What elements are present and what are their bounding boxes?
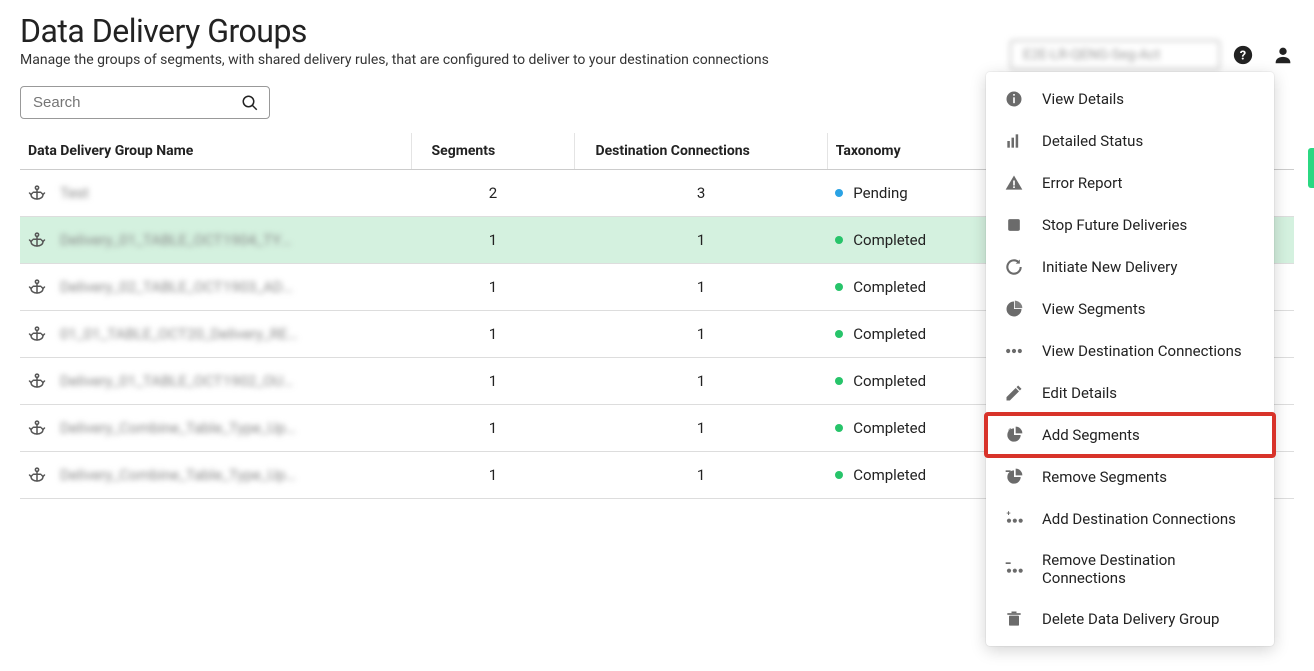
anchor-icon: [28, 419, 46, 437]
menu-item-label: Edit Details: [1042, 384, 1117, 402]
menu-item-label: Error Report: [1042, 174, 1122, 192]
menu-item-delete-data-delivery-group[interactable]: Delete Data Delivery Group: [986, 598, 1274, 640]
pie-icon: [1004, 299, 1024, 319]
group-name: Test: [60, 184, 89, 202]
segments-count: 1: [411, 311, 575, 358]
account-selector-value: E2E-LR-QENG-Seg-Act: [1023, 47, 1160, 63]
menu-item-label: Add Segments: [1042, 426, 1140, 444]
menu-item-error-report[interactable]: Error Report: [986, 162, 1274, 204]
menu-item-detailed-status[interactable]: Detailed Status: [986, 120, 1274, 162]
linkplus-icon: +: [1004, 509, 1024, 529]
taxonomy-status: Completed: [835, 231, 1008, 249]
menu-item-initiate-new-delivery[interactable]: Initiate New Delivery: [986, 246, 1274, 288]
col-header-name[interactable]: Data Delivery Group Name: [20, 133, 411, 170]
destinations-count: 1: [575, 311, 827, 358]
menu-item-stop-future-deliveries[interactable]: Stop Future Deliveries: [986, 204, 1274, 246]
menu-item-label: Delete Data Delivery Group: [1042, 610, 1219, 628]
menu-item-label: Remove Segments: [1042, 468, 1167, 486]
anchor-icon: [28, 184, 46, 202]
menu-item-label: View Segments: [1042, 300, 1145, 318]
group-name: 01_01_TABLE_OCT20_Delivery_RENAME_OUT: [60, 325, 300, 343]
pieplus-icon: +: [1004, 425, 1024, 445]
group-name: Delivery_01_TABLE_OCT1902_OUTPUT: [60, 372, 300, 390]
alert-icon: [1004, 173, 1024, 193]
bars-icon: [1004, 131, 1024, 151]
destinations-count: 1: [575, 264, 827, 311]
status-dot: [835, 424, 843, 432]
anchor-icon: [28, 466, 46, 484]
menu-item-view-destination-connections[interactable]: View Destination Connections: [986, 330, 1274, 372]
stop-icon: [1004, 215, 1024, 235]
menu-item-remove-destination-connections[interactable]: Remove Destination Connections: [986, 540, 1274, 598]
refresh-icon: [1004, 257, 1024, 277]
taxonomy-status: Completed: [835, 278, 1008, 296]
anchor-icon: [28, 372, 46, 390]
group-name: Delivery_01_TABLE_OCT1904_TYPE_UPDATE_1: [60, 231, 300, 249]
destinations-count: 1: [575, 405, 827, 452]
status-dot: [835, 330, 843, 338]
segments-count: 1: [411, 452, 575, 499]
taxonomy-status: Completed: [835, 372, 1008, 390]
destinations-count: 3: [575, 170, 827, 217]
segments-count: 2: [411, 170, 575, 217]
info-icon: [1004, 89, 1024, 109]
svg-text:+: +: [1007, 509, 1011, 518]
status-dot: [835, 377, 843, 385]
taxonomy-status: Completed: [835, 466, 1008, 484]
segments-count: 1: [411, 264, 575, 311]
menu-item-add-segments[interactable]: + Add Segments: [986, 414, 1274, 456]
search-input[interactable]: [31, 93, 231, 112]
group-name: Delivery_02_TABLE_OCT1903_ADD_PROPERTY: [60, 278, 300, 296]
edge-stripe: [1308, 148, 1314, 188]
pencil-icon: [1004, 383, 1024, 403]
anchor-icon: [28, 231, 46, 249]
status-dot: [835, 189, 843, 197]
linkminus-icon: [1004, 559, 1024, 579]
menu-item-label: Initiate New Delivery: [1042, 258, 1177, 276]
trash-icon: [1004, 609, 1024, 629]
menu-item-label: View Destination Connections: [1042, 342, 1242, 360]
svg-text:?: ?: [1240, 49, 1246, 64]
group-name: Delivery_Combine_Table_Type_Update_02: [60, 466, 300, 484]
menu-item-view-segments[interactable]: View Segments: [986, 288, 1274, 330]
menu-item-view-details[interactable]: View Details: [986, 78, 1274, 120]
destinations-count: 1: [575, 358, 827, 405]
col-header-destinations[interactable]: Destination Connections: [575, 133, 827, 170]
menu-item-label: View Details: [1042, 90, 1124, 108]
taxonomy-status: Completed: [835, 325, 1008, 343]
segments-count: 1: [411, 358, 575, 405]
svg-text:+: +: [1008, 426, 1012, 435]
segments-count: 1: [411, 405, 575, 452]
destinations-count: 1: [575, 452, 827, 499]
status-dot: [835, 471, 843, 479]
anchor-icon: [28, 325, 46, 343]
menu-item-edit-details[interactable]: Edit Details: [986, 372, 1274, 414]
status-dot: [835, 236, 843, 244]
search-box[interactable]: [20, 86, 270, 119]
group-name: Delivery_Combine_Table_Type_Update_01: [60, 419, 300, 437]
col-header-segments[interactable]: Segments: [411, 133, 575, 170]
help-icon[interactable]: ?: [1232, 44, 1254, 66]
taxonomy-status: Pending: [835, 184, 1008, 202]
menu-item-label: Stop Future Deliveries: [1042, 216, 1187, 234]
menu-item-label: Add Destination Connections: [1042, 510, 1236, 528]
user-icon[interactable]: [1272, 44, 1294, 66]
taxonomy-status: Completed: [835, 419, 1008, 437]
segments-count: 1: [411, 217, 575, 264]
status-dot: [835, 283, 843, 291]
destinations-count: 1: [575, 217, 827, 264]
anchor-icon: [28, 278, 46, 296]
menu-item-label: Remove Destination Connections: [1042, 551, 1256, 587]
link-icon: [1004, 341, 1024, 361]
menu-item-add-destination-connections[interactable]: + Add Destination Connections: [986, 498, 1274, 540]
actions-menu: View Details Detailed Status Error Report S…: [986, 72, 1274, 646]
pieminus-icon: [1004, 467, 1024, 487]
account-selector[interactable]: E2E-LR-QENG-Seg-Act: [1010, 40, 1220, 70]
menu-item-label: Detailed Status: [1042, 132, 1143, 150]
search-icon: [241, 94, 259, 112]
menu-item-remove-segments[interactable]: Remove Segments: [986, 456, 1274, 498]
